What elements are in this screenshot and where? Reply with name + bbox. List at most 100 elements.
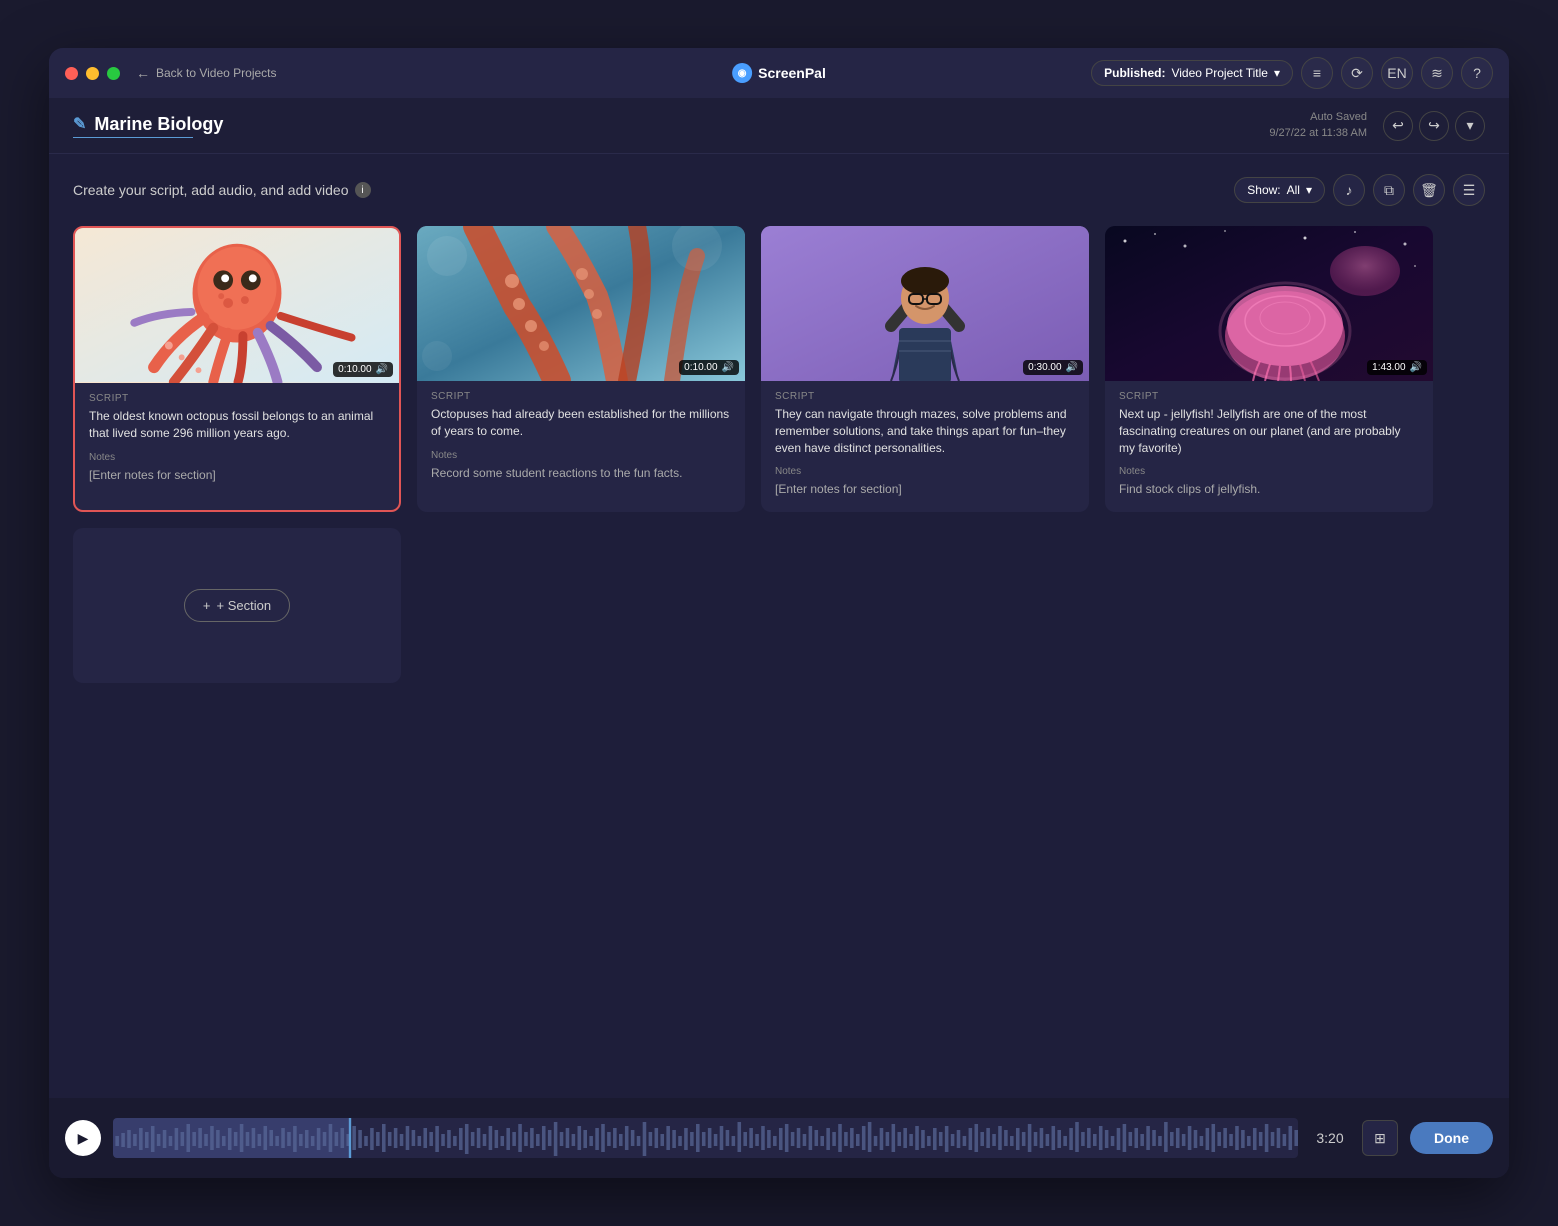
audio-icon-button[interactable]: ♪ [1333, 174, 1365, 206]
back-button[interactable]: ← Back to Video Projects [136, 65, 277, 81]
notes-text-1[interactable]: [Enter notes for section] [89, 467, 385, 484]
section-card-3[interactable]: 0:30.00 🔊 Script They can navigate throu… [761, 226, 1089, 512]
publish-label: Published: [1104, 66, 1165, 80]
project-title: ✎ Marine Biology [73, 114, 223, 135]
undo-button[interactable]: ↩ [1383, 111, 1413, 141]
play-button[interactable]: ▶ [65, 1120, 101, 1156]
card-body-1: Script The oldest known octopus fossil b… [75, 383, 399, 497]
notes-label-3: Notes [775, 466, 1075, 477]
show-label: Show: [1247, 183, 1280, 197]
script-label-4: Script [1119, 391, 1419, 402]
play-icon: ▶ [78, 1130, 89, 1147]
maximize-button[interactable] [107, 67, 120, 80]
subheader: ✎ Marine Biology Auto Saved 9/27/22 at 1… [49, 98, 1509, 154]
duration-badge-1: 0:10.00 🔊 [333, 362, 393, 377]
add-section-card: + + Section [73, 528, 401, 683]
notes-text-3[interactable]: [Enter notes for section] [775, 481, 1075, 498]
content-header: Create your script, add audio, and add v… [73, 174, 1485, 206]
help-icon-button[interactable]: ? [1461, 57, 1493, 89]
project-title-text: Marine Biology [94, 114, 223, 135]
notes-label-2: Notes [431, 450, 731, 461]
autosave-time: 9/27/22 at 11:38 AM [1269, 126, 1367, 141]
edit-icon: ✎ [73, 114, 86, 134]
add-section-button[interactable]: + + Section [184, 589, 290, 622]
language-button[interactable]: EN [1381, 57, 1413, 89]
autosave-info: Auto Saved 9/27/22 at 11:38 AM [1269, 110, 1367, 141]
volume-icon-1: 🔊 [376, 364, 388, 375]
duration-text-2: 0:10.00 [684, 362, 717, 373]
section-card-4[interactable]: 1:43.00 🔊 Script Next up - jellyfish! Je… [1105, 226, 1433, 512]
menu-icon-button[interactable]: ≡ [1301, 57, 1333, 89]
back-arrow-icon: ← [136, 65, 150, 81]
duration-badge-4: 1:43.00 🔊 [1367, 360, 1427, 375]
titlebar: ← Back to Video Projects ◉ ScreenPal Pub… [49, 48, 1509, 98]
titlebar-right: Published: Video Project Title ▾ ≡ ⟳ EN … [1091, 57, 1493, 89]
card-body-4: Script Next up - jellyfish! Jellyfish ar… [1105, 381, 1433, 512]
close-button[interactable] [65, 67, 78, 80]
publish-title: Video Project Title [1171, 66, 1268, 80]
layers-icon-button[interactable]: ≋ [1421, 57, 1453, 89]
card-thumb-4: 1:43.00 🔊 [1105, 226, 1433, 381]
script-label-3: Script [775, 391, 1075, 402]
plus-icon: + [203, 598, 211, 613]
duration-text-1: 0:10.00 [338, 364, 371, 375]
main-window: ← Back to Video Projects ◉ ScreenPal Pub… [49, 48, 1509, 1178]
traffic-lights [65, 67, 120, 80]
add-section-row: + + Section [73, 528, 1485, 683]
title-underline [73, 137, 193, 138]
duration-text-3: 0:30.00 [1028, 362, 1061, 373]
project-title-wrapper: ✎ Marine Biology [73, 114, 223, 138]
duration-badge-2: 0:10.00 🔊 [679, 360, 739, 375]
timeline-bar: ▶ [49, 1098, 1509, 1178]
notes-label-4: Notes [1119, 466, 1419, 477]
content-title-text: Create your script, add audio, and add v… [73, 182, 349, 198]
caption-button[interactable]: ⊞ [1362, 1120, 1398, 1156]
time-display: 3:20 [1310, 1130, 1350, 1146]
delete-icon-button[interactable]: 🗑 [1413, 174, 1445, 206]
duration-badge-3: 0:30.00 🔊 [1023, 360, 1083, 375]
screenpal-logo-icon: ◉ [732, 63, 752, 83]
app-title: ◉ ScreenPal [732, 63, 826, 83]
header-actions: ↩ ↪ ▾ [1383, 111, 1485, 141]
script-label-2: Script [431, 391, 731, 402]
duration-text-4: 1:43.00 [1372, 362, 1405, 373]
chevron-down-icon: ▾ [1274, 66, 1280, 80]
notes-label-1: Notes [89, 452, 385, 463]
filter-chevron-icon: ▾ [1306, 183, 1312, 197]
script-text-4[interactable]: Next up - jellyfish! Jellyfish are one o… [1119, 406, 1419, 456]
list-view-button[interactable]: ☰ [1453, 174, 1485, 206]
section-card-2[interactable]: 0:10.00 🔊 Script Octopuses had already b… [417, 226, 745, 512]
script-text-3[interactable]: They can navigate through mazes, solve p… [775, 406, 1075, 456]
done-button[interactable]: Done [1410, 1122, 1493, 1154]
notes-text-4[interactable]: Find stock clips of jellyfish. [1119, 481, 1419, 498]
script-text-2[interactable]: Octopuses had already been established f… [431, 406, 731, 440]
done-label: Done [1434, 1130, 1469, 1146]
script-text-1[interactable]: The oldest known octopus fossil belongs … [89, 408, 385, 442]
section-card-1[interactable]: 0:10.00 🔊 Script The oldest known octopu… [73, 226, 401, 512]
volume-icon-2: 🔊 [722, 362, 734, 373]
volume-icon-3: 🔊 [1066, 362, 1078, 373]
minimize-button[interactable] [86, 67, 99, 80]
more-options-button[interactable]: ▾ [1455, 111, 1485, 141]
copy-icon-button[interactable]: ⧉ [1373, 174, 1405, 206]
script-label-1: Script [89, 393, 385, 404]
show-filter[interactable]: Show: All ▾ [1234, 177, 1325, 203]
timeline-track[interactable]: 1:08.00 [113, 1118, 1298, 1158]
app-name: ScreenPal [758, 65, 826, 81]
card-body-2: Script Octopuses had already been establ… [417, 381, 745, 495]
back-label: Back to Video Projects [156, 66, 277, 80]
notes-text-2[interactable]: Record some student reactions to the fun… [431, 465, 731, 482]
show-value: All [1287, 183, 1300, 197]
card-body-3: Script They can navigate through mazes, … [761, 381, 1089, 512]
info-icon[interactable]: i [355, 182, 371, 198]
card-thumb-3: 0:30.00 🔊 [761, 226, 1089, 381]
autosave-label: Auto Saved [1269, 110, 1367, 125]
toolbar-right: Show: All ▾ ♪ ⧉ 🗑 ☰ [1234, 174, 1485, 206]
redo-button[interactable]: ↪ [1419, 111, 1449, 141]
card-thumb-1: 0:10.00 🔊 [75, 228, 399, 383]
add-section-label: + Section [217, 598, 272, 613]
main-content: Create your script, add audio, and add v… [49, 154, 1509, 1098]
content-title: Create your script, add audio, and add v… [73, 182, 371, 198]
publish-button[interactable]: Published: Video Project Title ▾ [1091, 60, 1293, 86]
history-icon-button[interactable]: ⟳ [1341, 57, 1373, 89]
